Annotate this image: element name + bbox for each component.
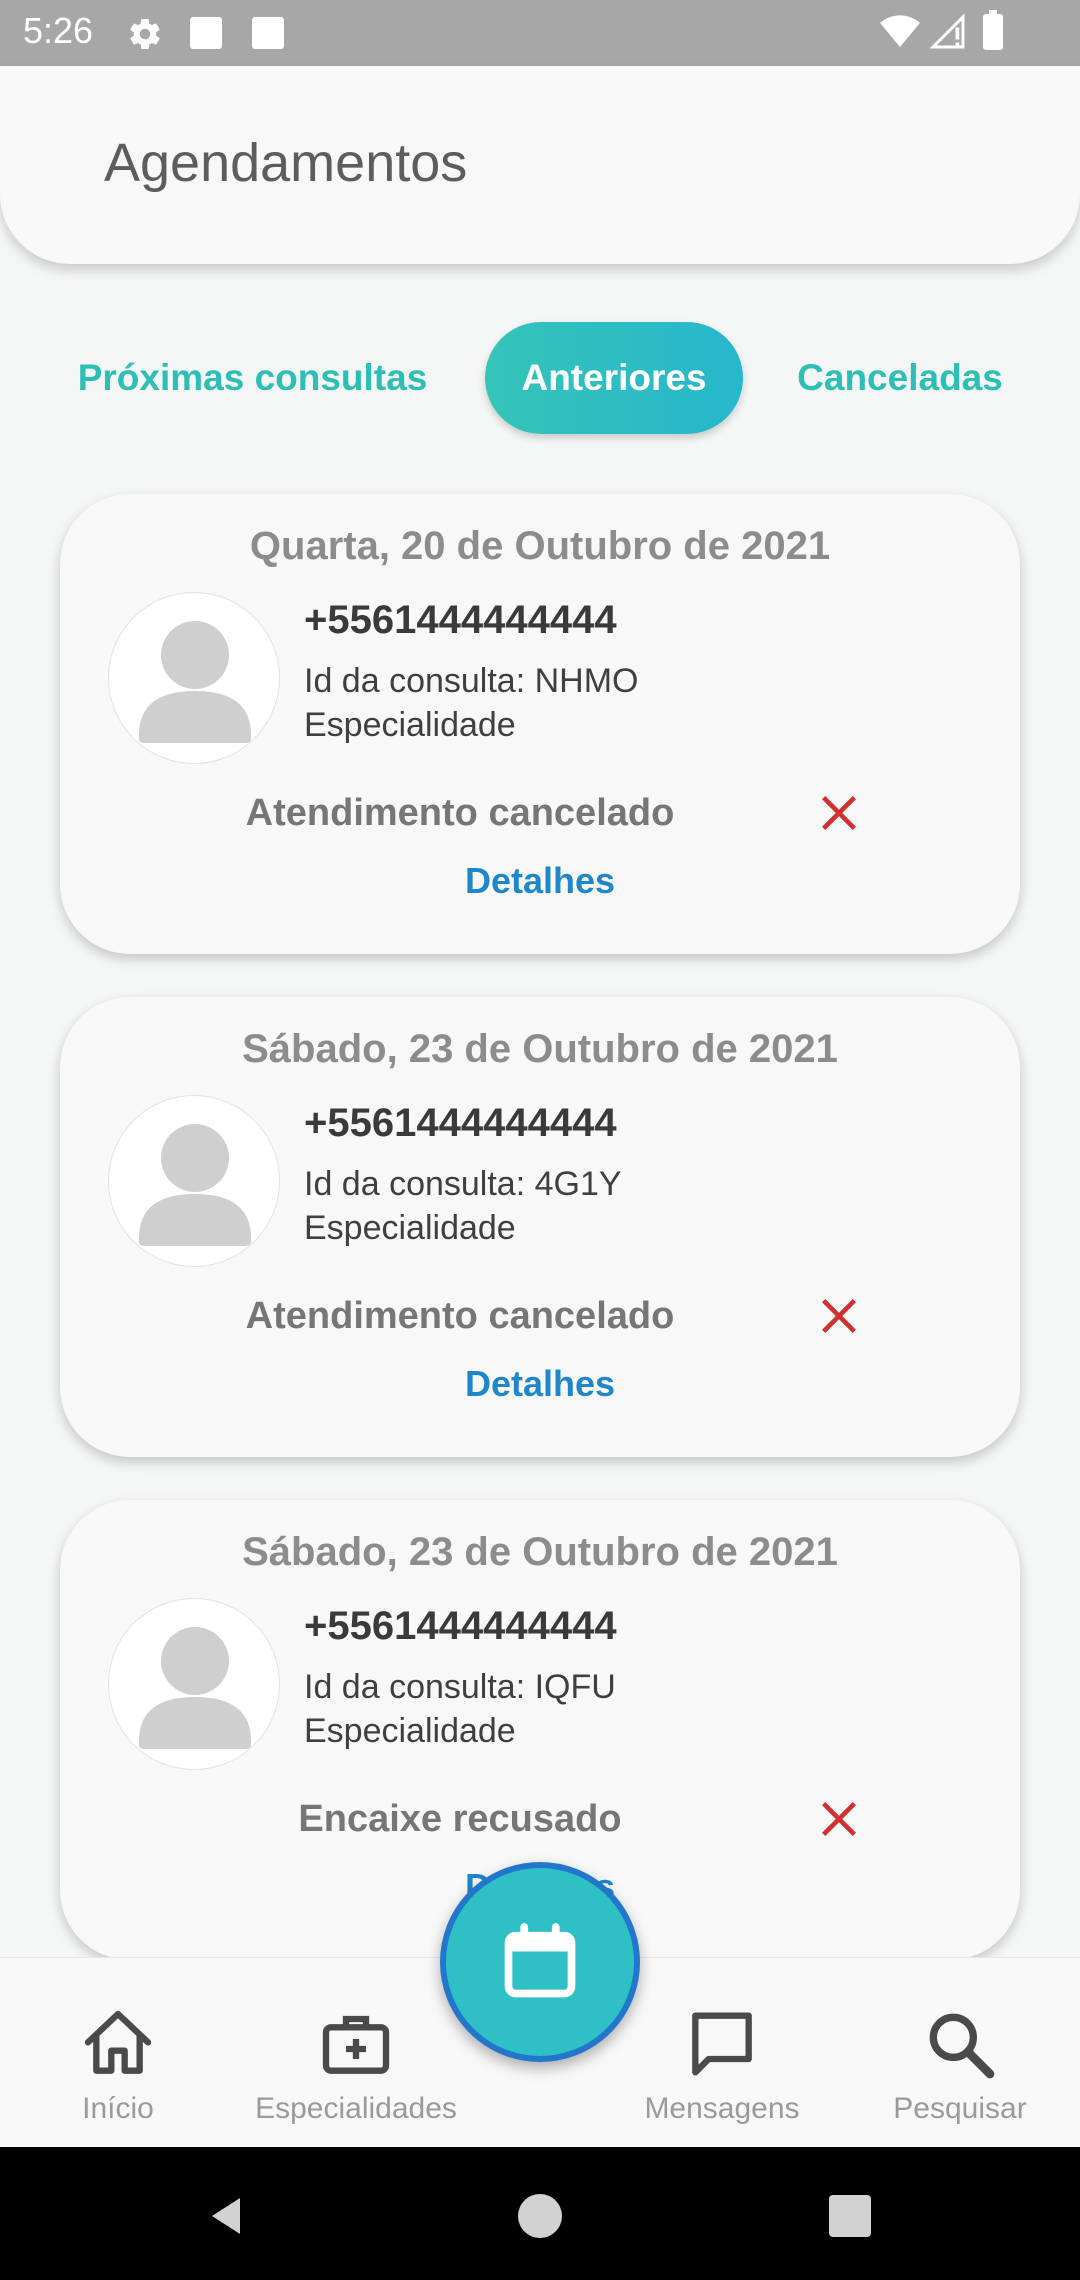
status-time: 5:26 <box>23 10 94 51</box>
tab-canceladas[interactable]: Canceladas <box>780 322 1020 434</box>
nav-label-pesquisar: Pesquisar <box>893 2092 1027 2125</box>
recent-apps-icon[interactable] <box>829 2195 871 2237</box>
battery-icon <box>983 10 1003 50</box>
search-icon <box>929 2013 995 2079</box>
nav-item-mensagens[interactable]: Mensagens <box>622 1958 822 2148</box>
notification-square-icon <box>252 17 284 49</box>
appointment-date: Sábado, 23 de Outubro de 2021 <box>242 1530 838 1574</box>
home-button-icon[interactable] <box>518 2194 562 2238</box>
gear-icon <box>130 19 160 50</box>
back-icon[interactable] <box>202 2192 250 2240</box>
appointment-status: Encaixe recusado <box>298 1798 622 1840</box>
status-bar: 5:26 <box>0 0 1080 66</box>
patient-phone: +5561444444444 <box>304 1101 617 1145</box>
person-placeholder-icon <box>139 1124 251 1246</box>
wifi-icon <box>880 15 920 48</box>
appointment-date: Quarta, 20 de Outubro de 2021 <box>249 524 831 568</box>
message-icon <box>692 2012 752 2076</box>
home-icon <box>84 2010 152 2074</box>
appointment-id: Id da consulta: IQFU <box>304 1668 616 1706</box>
person-placeholder-icon <box>139 1627 251 1749</box>
tab-anteriores[interactable]: Anteriores <box>485 322 743 434</box>
nav-item-inicio[interactable]: Início <box>38 1958 198 2148</box>
cancel-x-icon <box>822 1802 856 1836</box>
avatar <box>108 1095 280 1267</box>
appointment-date: Sábado, 23 de Outubro de 2021 <box>242 1027 838 1071</box>
appointment-specialty: Especialidade <box>304 1209 516 1247</box>
person-placeholder-icon <box>139 621 251 743</box>
appointment-id: Id da consulta: NHMO <box>304 662 639 700</box>
nav-label-inicio: Início <box>82 2092 154 2125</box>
medical-kit-icon <box>322 2015 390 2074</box>
appointment-card: Sábado, 23 de Outubro de 2021 +556144444… <box>60 997 1020 1457</box>
appointment-id: Id da consulta: 4G1Y <box>304 1165 622 1203</box>
page-title: Agendamentos <box>104 133 468 193</box>
patient-phone: +5561444444444 <box>304 598 617 642</box>
patient-phone: +5561444444444 <box>304 1604 617 1648</box>
schedule-fab-button[interactable] <box>440 1862 640 2062</box>
details-link[interactable]: Detalhes <box>60 1363 1020 1405</box>
appointment-card: Quarta, 20 de Outubro de 2021 +556144444… <box>60 494 1020 954</box>
nav-item-pesquisar[interactable]: Pesquisar <box>870 1958 1050 2148</box>
signal-icon <box>930 14 965 49</box>
notification-square-icon <box>190 17 222 49</box>
calendar-icon <box>504 1923 576 1998</box>
avatar <box>108 592 280 764</box>
nav-item-especialidades[interactable]: Especialidades <box>236 1958 476 2148</box>
appointment-specialty: Especialidade <box>304 706 516 744</box>
nav-label-mensagens: Mensagens <box>644 2092 800 2125</box>
details-link[interactable]: Detalhes <box>60 860 1020 902</box>
appointment-status: Atendimento cancelado <box>245 792 675 834</box>
app-header: Agendamentos <box>0 66 1080 264</box>
cancel-x-icon <box>822 796 856 830</box>
tab-proximas-consultas[interactable]: Próximas consultas <box>60 322 445 434</box>
appointment-specialty: Especialidade <box>304 1712 516 1750</box>
nav-label-especialidades: Especialidades <box>255 2092 457 2125</box>
cancel-x-icon <box>822 1299 856 1333</box>
avatar <box>108 1598 280 1770</box>
appointment-status: Atendimento cancelado <box>245 1295 675 1337</box>
